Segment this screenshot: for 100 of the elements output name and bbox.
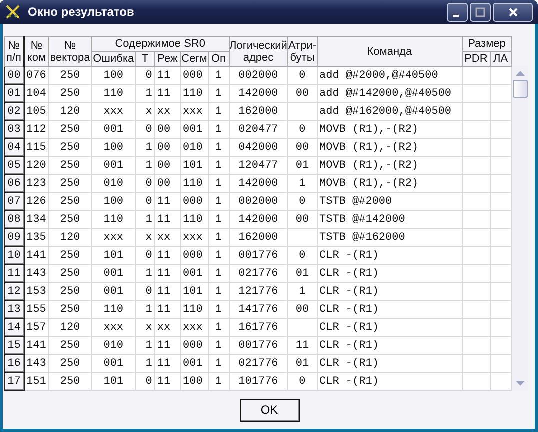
table-cell: 1 xyxy=(208,120,229,138)
table-cell: 142000 xyxy=(229,210,288,228)
table-cell: 162000 xyxy=(229,102,288,120)
table-cell: MOVB (R1),-(R2) xyxy=(317,156,462,174)
table-cell: 153 xyxy=(24,282,49,300)
table-cell: 250 xyxy=(48,354,92,372)
table-cell: 250 xyxy=(48,120,92,138)
row-number[interactable]: 12 xyxy=(4,282,24,300)
table-cell: CLR -(R1) xyxy=(317,336,462,354)
table-cell: 142000 xyxy=(229,84,288,102)
table-cell: x xyxy=(136,228,155,246)
table-cell: 00 xyxy=(288,138,318,156)
table-cell: 0 xyxy=(288,192,318,210)
table-cell: 010 xyxy=(92,336,136,354)
row-number[interactable]: 06 xyxy=(4,174,24,192)
table-cell: 1 xyxy=(208,210,229,228)
table-cell: 0 xyxy=(136,192,155,210)
maximize-button[interactable] xyxy=(470,2,491,22)
table-cell: 155 xyxy=(24,300,49,318)
row-number[interactable]: 15 xyxy=(4,336,24,354)
table-cell: 11 xyxy=(288,336,318,354)
table-cell: 250 xyxy=(48,192,92,210)
table-cell: 143 xyxy=(24,354,49,372)
table-cell: CLR -(R1) xyxy=(317,354,462,372)
table-cell: 021776 xyxy=(229,354,288,372)
table-cell: 1 xyxy=(288,174,318,192)
table-cell: 101 xyxy=(180,282,208,300)
table-cell: 1 xyxy=(208,174,229,192)
table-cell: 11 xyxy=(154,66,181,84)
table-cell: 001776 xyxy=(229,336,288,354)
table-cell: 250 xyxy=(48,138,92,156)
table-cell: 1 xyxy=(208,138,229,156)
scroll-thumb[interactable] xyxy=(512,80,528,98)
scrollbar[interactable] xyxy=(512,66,528,391)
table-cell: 001 xyxy=(180,120,208,138)
table-cell: 1 xyxy=(208,282,229,300)
close-button[interactable] xyxy=(493,2,533,22)
table-cell: 0 xyxy=(288,246,318,264)
row-number[interactable]: 08 xyxy=(4,210,24,228)
table-cell: x xyxy=(136,318,155,336)
table-cell: 0 xyxy=(288,66,318,84)
table-cell: 112 xyxy=(24,120,49,138)
row-number[interactable]: 03 xyxy=(4,120,24,138)
minimize-button[interactable] xyxy=(447,2,468,22)
row-number[interactable]: 02 xyxy=(4,102,24,120)
table-cell: 020477 xyxy=(229,120,288,138)
table-cell: 00 xyxy=(154,156,181,174)
table-cell: 000 xyxy=(180,246,208,264)
column-header: Ошибка xyxy=(92,52,136,66)
row-number[interactable]: 01 xyxy=(4,84,24,102)
table-cell: 250 xyxy=(48,372,92,390)
row-number[interactable]: 09 xyxy=(4,228,24,246)
table-cell: 001 xyxy=(92,354,136,372)
row-number[interactable]: 04 xyxy=(4,138,24,156)
table-cell: MOVB (R1),-(R2) xyxy=(317,138,462,156)
row-number[interactable]: 00 xyxy=(4,66,24,84)
table-cell: 010 xyxy=(92,174,136,192)
table-cell: 110 xyxy=(92,300,136,318)
row-number[interactable]: 16 xyxy=(4,354,24,372)
table-cell: 143 xyxy=(24,264,49,282)
row-number[interactable]: 17 xyxy=(4,372,24,390)
table-cell: 1 xyxy=(208,84,229,102)
table-cell: 250 xyxy=(48,300,92,318)
table-cell: 1 xyxy=(136,336,155,354)
table-cell: 11 xyxy=(154,282,181,300)
scroll-up-arrow-icon[interactable] xyxy=(516,70,525,76)
table-cell: 104 xyxy=(24,84,49,102)
table-cell: 110 xyxy=(180,174,208,192)
table-cell: 141 xyxy=(24,246,49,264)
column-header: Логический адрес xyxy=(229,36,288,66)
table-cell: 100 xyxy=(180,372,208,390)
row-number[interactable]: 14 xyxy=(4,318,24,336)
table-cell: 250 xyxy=(48,174,92,192)
column-header: Команда xyxy=(317,36,462,66)
table-cell: 1 xyxy=(208,66,229,84)
table-cell: 120477 xyxy=(229,156,288,174)
ok-button[interactable]: OK xyxy=(240,398,300,422)
table-cell: 110 xyxy=(180,210,208,228)
table-cell: 0 xyxy=(288,372,318,390)
table-cell: 010 xyxy=(180,138,208,156)
row-number[interactable]: 05 xyxy=(4,156,24,174)
scroll-down-arrow-icon[interactable] xyxy=(516,381,525,387)
table-cell: 151 xyxy=(24,372,49,390)
table-cell: 110 xyxy=(180,84,208,102)
table-cell: TSTB @#2000 xyxy=(317,192,462,210)
table-cell: 1 xyxy=(136,210,155,228)
table-cell: 11 xyxy=(154,372,181,390)
row-number[interactable]: 13 xyxy=(4,300,24,318)
row-number[interactable]: 07 xyxy=(4,192,24,210)
row-number[interactable]: 11 xyxy=(4,264,24,282)
table-cell: 1 xyxy=(208,300,229,318)
table-cell: 002000 xyxy=(229,192,288,210)
table-cell: xx xyxy=(154,228,181,246)
column-header: № п/п xyxy=(4,36,24,66)
table-cell: 1 xyxy=(208,354,229,372)
row-number[interactable]: 10 xyxy=(4,246,24,264)
table-cell: x xyxy=(136,102,155,120)
column-header: PDR xyxy=(462,52,490,66)
table-cell: CLR -(R1) xyxy=(317,264,462,282)
table-cell: 11 xyxy=(154,264,181,282)
